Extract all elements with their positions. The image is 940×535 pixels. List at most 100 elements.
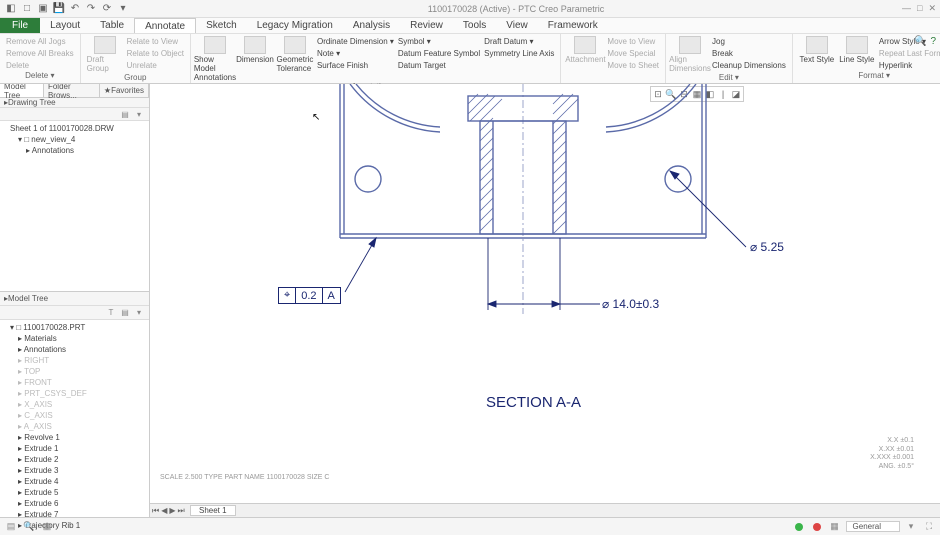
tree-annotations[interactable]: ▸ Annotations [2, 145, 147, 156]
find-icon[interactable]: 🔍 [22, 520, 36, 534]
save-icon[interactable]: 💾 [52, 2, 66, 16]
tree-item[interactable]: ▸ A_AXIS [2, 421, 147, 432]
move-to-view-button[interactable]: Move to View [607, 36, 659, 47]
full-screen-icon[interactable]: ⛶ [922, 520, 936, 534]
drawing-tree[interactable]: Sheet 1 of 1100170028.DRW ▾ □ new_view_4… [0, 121, 149, 291]
remove-breaks-button[interactable]: Remove All Breaks [6, 48, 74, 59]
tree-item[interactable]: ▸ TOP [2, 366, 147, 377]
draft-datum-button[interactable]: Draft Datum ▾ [484, 36, 554, 47]
move-special-button[interactable]: Move Special [607, 48, 659, 59]
draft-group-button[interactable]: Draft Group [87, 36, 123, 73]
show-annotations-button[interactable]: Show Model Annotations [197, 36, 233, 82]
tab-framework[interactable]: Framework [538, 18, 608, 33]
sidebar-tab-folder[interactable]: Folder Brows... [44, 84, 100, 97]
datum-target-button[interactable]: Datum Target [398, 60, 480, 71]
datum-feature-button[interactable]: Datum Feature Symbol [398, 48, 480, 59]
cleanup-dim-button[interactable]: Cleanup Dimensions [712, 60, 786, 71]
minimize-button[interactable]: — [902, 3, 911, 14]
move-to-sheet-button[interactable]: Move to Sheet [607, 60, 659, 71]
tree-item[interactable]: ▸ Extrude 2 [2, 454, 147, 465]
sidebar-tab-favorites[interactable]: ★ Favorites [100, 84, 149, 97]
jog-button[interactable]: Jog [712, 36, 786, 47]
symbol-button[interactable]: Symbol ▾ [398, 36, 480, 47]
tree-item[interactable]: ▸ Revolve 1 [2, 432, 147, 443]
status-grid-icon[interactable]: ▦ [828, 520, 842, 534]
tab-annotate[interactable]: Annotate [134, 18, 196, 33]
tab-legacy-migration[interactable]: Legacy Migration [247, 18, 343, 33]
hyperlink-button[interactable]: Hyperlink [879, 60, 940, 71]
close-button[interactable]: ✕ [928, 3, 936, 14]
tab-layout[interactable]: Layout [40, 18, 90, 33]
sheet-prev-icon[interactable]: ◀ [161, 506, 167, 516]
tab-file[interactable]: File [0, 18, 40, 33]
tree-item[interactable]: ▸ RIGHT [2, 355, 147, 366]
tree-item[interactable]: ▸ Extrude 5 [2, 487, 147, 498]
unrelate-button[interactable]: Unrelate [127, 60, 184, 71]
qat-dropdown-icon[interactable]: ▾ [116, 2, 130, 16]
tree-item[interactable]: ▸ Extrude 4 [2, 476, 147, 487]
tree-root[interactable]: ▾ □ 1100170028.PRT [2, 322, 147, 333]
drawing-canvas[interactable]: ⊡ 🔍 ⊟ ▦ ◧ | ◪ [150, 84, 940, 503]
open-icon[interactable]: ▣ [36, 2, 50, 16]
tree-item[interactable]: ▸ Extrude 3 [2, 465, 147, 476]
tab-view[interactable]: View [496, 18, 538, 33]
tab-sketch[interactable]: Sketch [196, 18, 247, 33]
status-red-icon[interactable] [810, 520, 824, 534]
tab-table[interactable]: Table [90, 18, 134, 33]
text-style-button[interactable]: Text Style [799, 36, 835, 71]
sheet-tab-1[interactable]: Sheet 1 [190, 505, 236, 516]
tree-view[interactable]: ▾ □ new_view_4 [2, 134, 147, 145]
tab-tools[interactable]: Tools [453, 18, 496, 33]
sidebar-tab-model-tree[interactable]: Model Tree [0, 84, 44, 97]
tree-filter-icon[interactable]: T [105, 307, 117, 319]
dimension-button[interactable]: Dimension [237, 36, 273, 82]
dim-diameter-14[interactable]: ⌀ 14.0±0.3 [602, 297, 659, 311]
undo-icon[interactable]: ↶ [68, 2, 82, 16]
app-menu-icon[interactable]: ◧ [4, 2, 18, 16]
status-green-icon[interactable] [792, 520, 806, 534]
new-icon[interactable]: □ [20, 2, 34, 16]
sheet-next-icon[interactable]: ▶ [169, 506, 175, 516]
selection-filter[interactable]: General [846, 521, 900, 532]
align-dim-button[interactable]: Align Dimensions [672, 36, 708, 73]
regen-icon[interactable]: ⟳ [100, 2, 114, 16]
maximize-button[interactable]: □ [917, 3, 922, 14]
help-icon[interactable]: ? [930, 36, 936, 47]
tree-item[interactable]: ▸ X_AXIS [2, 399, 147, 410]
tab-analysis[interactable]: Analysis [343, 18, 400, 33]
attachment-button[interactable]: Attachment [567, 36, 603, 81]
redo-icon[interactable]: ↷ [84, 2, 98, 16]
note-button[interactable]: Note ▾ [317, 48, 394, 59]
tree-item[interactable]: ▸ Annotations [2, 344, 147, 355]
tree-item[interactable]: ▸ Extrude 1 [2, 443, 147, 454]
tree-sheet[interactable]: Sheet 1 of 1100170028.DRW [2, 123, 147, 134]
section-label[interactable]: SECTION A-A [486, 394, 581, 411]
geo-tol-button[interactable]: Geometric Tolerance [277, 36, 313, 82]
tree-settings-icon-2[interactable]: ▾ [133, 307, 145, 319]
repeat-format-button[interactable]: Repeat Last Format [879, 48, 940, 59]
sheet-last-icon[interactable]: ⏭ [178, 506, 185, 516]
relate-view-button[interactable]: Relate to View [127, 36, 184, 47]
symmetry-line-button[interactable]: Symmetry Line Axis [484, 48, 554, 59]
delete-button[interactable]: Delete [6, 60, 74, 71]
model-tree[interactable]: ▾ □ 1100170028.PRT ▸ Materials▸ Annotati… [0, 320, 149, 533]
tree-item[interactable]: ▸ C_AXIS [2, 410, 147, 421]
msg-icon[interactable]: ▤ [4, 520, 18, 534]
geo-tol-frame[interactable]: ⌖ 0.2 A [278, 287, 341, 304]
break-button[interactable]: Break [712, 48, 786, 59]
tree-settings-icon[interactable]: ▾ [133, 108, 145, 120]
tab-review[interactable]: Review [400, 18, 453, 33]
search-help-icon[interactable]: 🔍 [914, 36, 926, 47]
tree-item[interactable]: ▸ Extrude 6 [2, 498, 147, 509]
select-tool-icon[interactable]: ▦ [40, 520, 54, 534]
tree-item[interactable]: ▸ FRONT [2, 377, 147, 388]
tree-show-icon[interactable]: ▤ [119, 108, 131, 120]
relate-object-button[interactable]: Relate to Object [127, 48, 184, 59]
tree-item[interactable]: ▸ Extrude 7 [2, 509, 147, 520]
remove-jogs-button[interactable]: Remove All Jogs [6, 36, 74, 47]
dim-diameter-5[interactable]: ⌀ 5.25 [750, 240, 784, 254]
tree-show-icon-2[interactable]: ▤ [119, 307, 131, 319]
line-style-button[interactable]: Line Style [839, 36, 875, 71]
ordinate-dim-button[interactable]: Ordinate Dimension ▾ [317, 36, 394, 47]
sheet-first-icon[interactable]: ⏮ [152, 506, 159, 516]
